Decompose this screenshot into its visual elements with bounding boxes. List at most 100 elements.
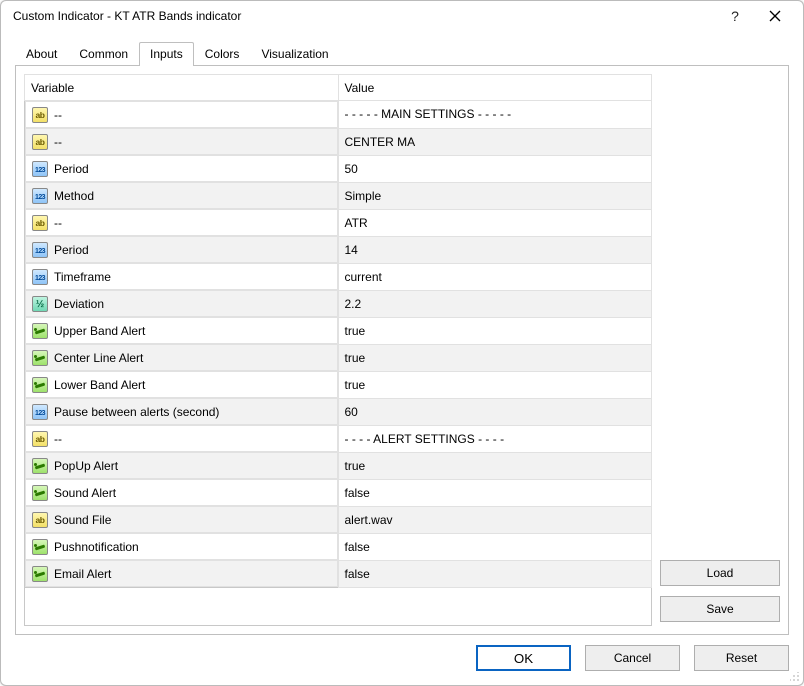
table-row[interactable]: Deviation2.2	[25, 290, 652, 317]
table-row[interactable]: Lower Band Alerttrue	[25, 371, 652, 398]
table-row[interactable]: Sound Alert false	[25, 479, 652, 506]
value-cell[interactable]: ATR	[338, 209, 652, 236]
variable-cell[interactable]: --	[25, 128, 338, 155]
variable-name: PopUp Alert	[54, 459, 331, 473]
value-cell[interactable]: 60	[338, 398, 652, 425]
value-cell[interactable]: 14	[338, 236, 652, 263]
table-row[interactable]: Timeframecurrent	[25, 263, 652, 290]
close-button[interactable]	[755, 2, 795, 30]
variable-cell[interactable]: Pushnotification	[25, 533, 338, 560]
value-cell[interactable]: - - - - ALERT SETTINGS - - - -	[338, 425, 652, 452]
resize-grip-icon[interactable]	[790, 672, 800, 682]
tab-colors[interactable]: Colors	[194, 42, 251, 66]
column-header-value[interactable]: Value	[338, 75, 652, 101]
value-cell[interactable]: CENTER MA	[338, 128, 652, 155]
tab-common[interactable]: Common	[68, 42, 139, 66]
side-button-column: Load Save	[660, 74, 780, 626]
boolean-icon	[32, 485, 48, 501]
boolean-icon	[32, 323, 48, 339]
variable-cell[interactable]: Pause between alerts (second)	[25, 398, 338, 425]
close-icon	[769, 10, 781, 22]
value-cell[interactable]: false	[338, 560, 652, 588]
variable-cell[interactable]: PopUp Alert	[25, 452, 338, 479]
variable-cell[interactable]: Period	[25, 236, 338, 263]
table-row[interactable]: Upper Band Alert true	[25, 317, 652, 344]
variable-cell[interactable]: Sound Alert	[25, 479, 338, 506]
variable-cell[interactable]: Email Alert	[25, 560, 338, 587]
save-button[interactable]: Save	[660, 596, 780, 622]
variable-name: --	[54, 135, 331, 149]
table-row[interactable]: Period14	[25, 236, 652, 263]
titlebar: Custom Indicator - KT ATR Bands indicato…	[1, 1, 803, 31]
value-cell[interactable]: true	[338, 452, 652, 479]
load-button[interactable]: Load	[660, 560, 780, 586]
integer-icon	[32, 188, 48, 204]
variable-cell[interactable]: Lower Band Alert	[25, 371, 338, 398]
grid-empty-area	[24, 588, 652, 626]
integer-icon	[32, 161, 48, 177]
value-cell[interactable]: 50	[338, 155, 652, 182]
variable-cell[interactable]: Center Line Alert	[25, 344, 338, 371]
variable-name: Method	[54, 189, 331, 203]
table-row[interactable]: Sound File alert.wav	[25, 506, 652, 533]
table-row[interactable]: Method Simple	[25, 182, 652, 209]
column-header-variable[interactable]: Variable	[25, 75, 339, 101]
string-icon	[32, 107, 48, 123]
variable-name: Pause between alerts (second)	[54, 405, 331, 419]
parameters-grid[interactable]: Variable Value --- - - - - MAIN SETTINGS…	[24, 74, 652, 588]
value-cell[interactable]: true	[338, 371, 652, 398]
table-row[interactable]: -- - - - - ALERT SETTINGS - - - -	[25, 425, 652, 452]
value-cell[interactable]: true	[338, 317, 652, 344]
variable-name: Sound File	[54, 513, 331, 527]
table-row[interactable]: --- - - - - MAIN SETTINGS - - - - -	[25, 101, 652, 129]
variable-cell[interactable]: Period	[25, 155, 338, 182]
double-icon	[32, 296, 48, 312]
table-row[interactable]: -- ATR	[25, 209, 652, 236]
variable-cell[interactable]: --	[25, 101, 338, 128]
table-row[interactable]: Pause between alerts (second) 60	[25, 398, 652, 425]
reset-button[interactable]: Reset	[694, 645, 789, 671]
value-cell[interactable]: false	[338, 533, 652, 560]
variable-name: --	[54, 216, 331, 230]
boolean-icon	[32, 539, 48, 555]
boolean-icon	[32, 350, 48, 366]
value-cell[interactable]: current	[338, 263, 652, 290]
tab-visualization[interactable]: Visualization	[250, 42, 339, 66]
variable-cell[interactable]: Sound File	[25, 506, 338, 533]
value-cell[interactable]: Simple	[338, 182, 652, 209]
value-cell[interactable]: true	[338, 344, 652, 371]
tab-about[interactable]: About	[15, 42, 68, 66]
variable-cell[interactable]: Method	[25, 182, 338, 209]
value-cell[interactable]: false	[338, 479, 652, 506]
variable-name: --	[54, 432, 331, 446]
value-cell[interactable]: alert.wav	[338, 506, 652, 533]
variable-cell[interactable]: Upper Band Alert	[25, 317, 338, 344]
variable-name: Upper Band Alert	[54, 324, 331, 338]
string-icon	[32, 215, 48, 231]
value-cell[interactable]: 2.2	[338, 290, 652, 317]
cancel-button[interactable]: Cancel	[585, 645, 680, 671]
tab-strip: About Common Inputs Colors Visualization	[15, 41, 789, 65]
variable-cell[interactable]: Timeframe	[25, 263, 338, 290]
boolean-icon	[32, 566, 48, 582]
table-row[interactable]: Period50	[25, 155, 652, 182]
table-row[interactable]: PopUp Alert true	[25, 452, 652, 479]
variable-name: Sound Alert	[54, 486, 331, 500]
table-row[interactable]: Pushnotificationfalse	[25, 533, 652, 560]
ok-button[interactable]: OK	[476, 645, 571, 671]
variable-cell[interactable]: --	[25, 209, 338, 236]
variable-cell[interactable]: --	[25, 425, 338, 452]
help-button[interactable]: ?	[715, 2, 755, 30]
integer-icon	[32, 242, 48, 258]
table-row[interactable]: Email Alert false	[25, 560, 652, 588]
value-cell[interactable]: - - - - - MAIN SETTINGS - - - - -	[338, 101, 652, 129]
integer-icon	[32, 269, 48, 285]
table-row[interactable]: -- CENTER MA	[25, 128, 652, 155]
variable-name: Center Line Alert	[54, 351, 331, 365]
variable-name: Email Alert	[54, 567, 331, 581]
tab-inputs[interactable]: Inputs	[139, 42, 194, 66]
dialog-window: Custom Indicator - KT ATR Bands indicato…	[0, 0, 804, 686]
boolean-icon	[32, 458, 48, 474]
table-row[interactable]: Center Line Alert true	[25, 344, 652, 371]
variable-cell[interactable]: Deviation	[25, 290, 338, 317]
